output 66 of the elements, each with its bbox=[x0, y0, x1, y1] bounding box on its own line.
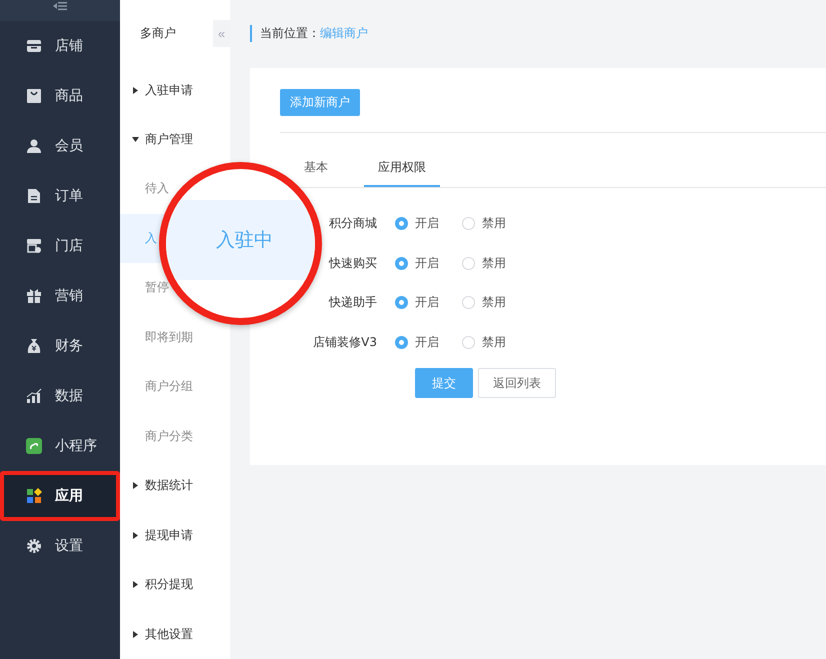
radio-button[interactable] bbox=[395, 256, 408, 270]
collapse-icon[interactable] bbox=[53, 1, 67, 11]
submenu-group[interactable]: 数据统计 bbox=[120, 461, 230, 511]
money-bag-icon bbox=[26, 338, 42, 354]
sidebar-item[interactable]: 财务 bbox=[0, 321, 120, 371]
field-label: 快递助手 bbox=[328, 294, 378, 312]
caret-right-icon bbox=[132, 86, 139, 94]
caret-down-icon bbox=[132, 136, 139, 144]
radio-option[interactable]: 开启 bbox=[395, 334, 462, 351]
sidebar-item[interactable]: 数据 bbox=[0, 371, 120, 421]
submenu-group[interactable]: 商户管理 bbox=[120, 114, 230, 164]
radio-button[interactable] bbox=[462, 217, 475, 230]
caret-right-icon bbox=[132, 581, 139, 588]
mini-program-icon bbox=[26, 438, 42, 454]
user-icon bbox=[26, 138, 42, 154]
radio-option[interactable]: 禁用 bbox=[462, 294, 529, 312]
field-label: 快速购买 bbox=[328, 254, 378, 272]
submenu-item[interactable]: 商户分类 bbox=[145, 428, 193, 445]
submenu-item[interactable]: 商户分组 bbox=[145, 378, 193, 396]
sidebar-item[interactable]: 营销 bbox=[0, 271, 120, 321]
caret-right-icon bbox=[132, 482, 139, 490]
sidebar-item[interactable]: 会员 bbox=[0, 121, 120, 171]
tab[interactable]: 应用权限 bbox=[364, 152, 440, 187]
radio-button[interactable] bbox=[395, 296, 408, 310]
radio-option[interactable]: 禁用 bbox=[462, 334, 529, 351]
radio-option[interactable]: 禁用 bbox=[462, 215, 529, 232]
sidebar-item[interactable]: 订单 bbox=[0, 171, 120, 221]
submenu-title: 多商户 bbox=[139, 25, 176, 42]
submenu-group[interactable]: 其他设置 bbox=[120, 609, 230, 659]
document-icon bbox=[26, 188, 42, 204]
settings-icon bbox=[26, 538, 42, 554]
submenu-item[interactable]: 即将到期 bbox=[145, 328, 193, 346]
sidebar-item[interactable]: 应用 bbox=[0, 471, 120, 521]
radio-button[interactable] bbox=[395, 336, 408, 349]
submenu-group[interactable]: 入驻申请 bbox=[120, 65, 230, 115]
sidebar-item[interactable]: 小程序 bbox=[0, 421, 120, 471]
caret-right-icon bbox=[132, 630, 139, 638]
sidebar-item[interactable]: 门店 bbox=[0, 221, 120, 271]
gift-icon bbox=[26, 288, 42, 304]
submenu-group[interactable]: 积分提现 bbox=[120, 560, 230, 610]
radio-button[interactable] bbox=[462, 296, 475, 310]
radio-option[interactable]: 开启 bbox=[395, 254, 462, 272]
submenu-item[interactable]: 暂停 bbox=[145, 279, 169, 296]
bar-chart-icon bbox=[26, 388, 42, 404]
sidebar-item[interactable]: 商品 bbox=[0, 71, 120, 121]
caret-right-icon bbox=[132, 532, 139, 539]
store-icon bbox=[26, 38, 42, 54]
radio-button[interactable] bbox=[462, 336, 475, 349]
submenu-item[interactable]: 待入 bbox=[145, 180, 169, 198]
sidebar-item[interactable]: 设置 bbox=[0, 521, 120, 571]
sidebar-item[interactable]: 店铺 bbox=[0, 21, 120, 71]
tab[interactable]: 基本 bbox=[290, 152, 342, 187]
radio-button[interactable] bbox=[395, 217, 408, 230]
radio-option[interactable]: 开启 bbox=[395, 294, 462, 312]
shop-icon bbox=[26, 238, 42, 254]
apps-icon bbox=[26, 488, 42, 504]
field-label: 店铺装修V3 bbox=[312, 334, 378, 351]
magnified-label: 入驻中 bbox=[216, 228, 273, 253]
radio-option[interactable]: 开启 bbox=[395, 215, 462, 232]
submenu-group[interactable]: 提现申请 bbox=[120, 510, 230, 560]
radio-option[interactable]: 禁用 bbox=[462, 254, 529, 272]
radio-button[interactable] bbox=[462, 256, 475, 270]
back-button[interactable]: 返回列表 bbox=[478, 368, 556, 398]
breadcrumb-label: 当前位置： bbox=[250, 24, 320, 42]
field-label: 积分商城 bbox=[328, 215, 378, 232]
bag-icon bbox=[26, 88, 42, 104]
